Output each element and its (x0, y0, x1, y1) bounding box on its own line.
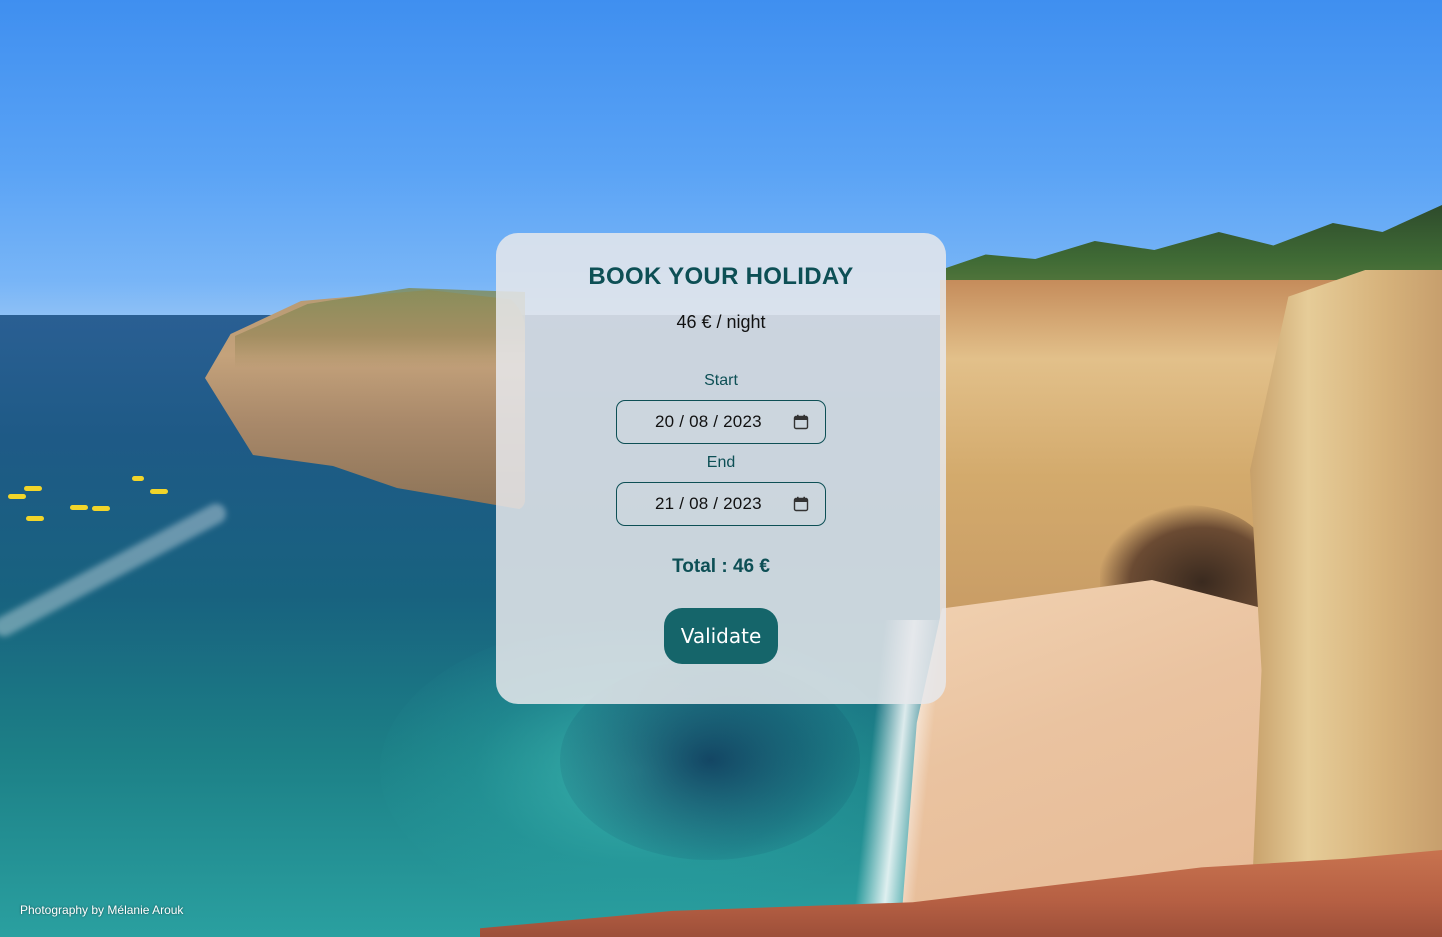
validate-button[interactable]: Validate (664, 608, 778, 664)
booking-title: BOOK YOUR HOLIDAY (588, 263, 854, 290)
end-label: End (706, 454, 736, 471)
booking-card: BOOK YOUR HOLIDAY 46 € / night Start 20 … (496, 233, 946, 704)
start-date-value: 20 / 08 / 2023 (655, 412, 762, 431)
calendar-icon[interactable] (793, 414, 809, 430)
start-date-input[interactable]: 20 / 08 / 2023 (616, 400, 826, 444)
photo-credit: Photography by Mélanie Arouk (20, 903, 184, 917)
left-headland-vegetation (235, 288, 525, 368)
nightly-price: 46 € / night (676, 312, 766, 332)
end-date-value: 21 / 08 / 2023 (655, 494, 762, 513)
total-price: Total : 46 € (672, 556, 770, 577)
right-cliff-face (1250, 270, 1442, 937)
calendar-icon[interactable] (793, 496, 809, 512)
end-date-input[interactable]: 21 / 08 / 2023 (616, 482, 826, 526)
background-photo: BOOK YOUR HOLIDAY 46 € / night Start 20 … (0, 0, 1442, 937)
start-label: Start (704, 372, 738, 389)
